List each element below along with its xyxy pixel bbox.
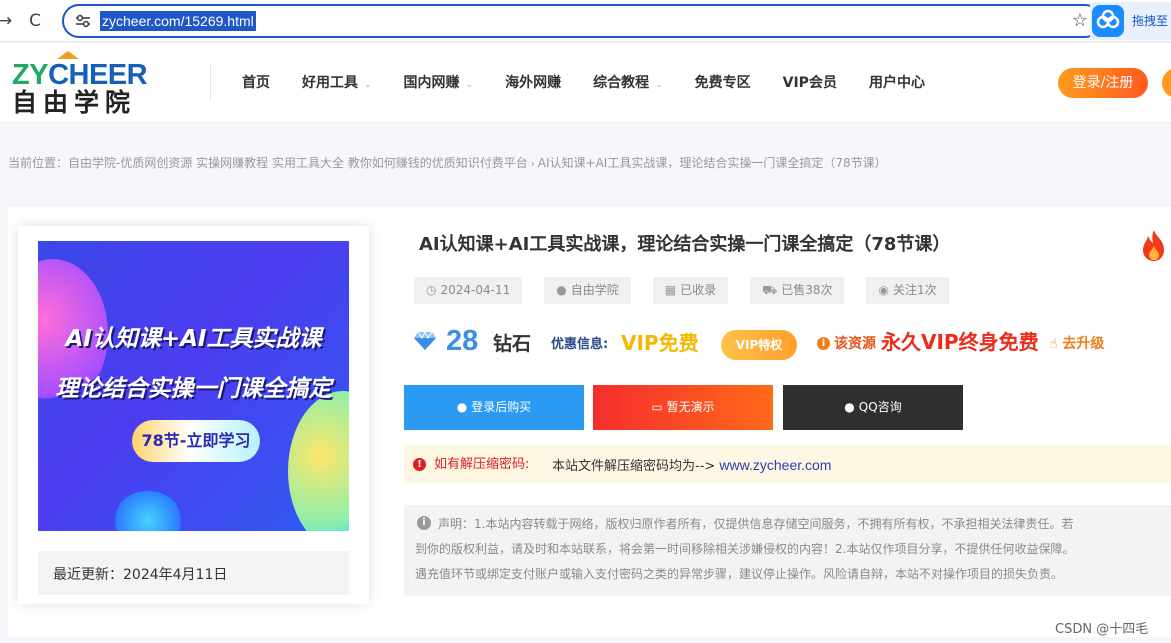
disclaimer-box: i 声明：1.本站内容转载于网络，版权归原作者所有，仅提供信息存储空间服务，不拥… [404,505,1171,596]
main-nav: 首页 好用工具 ⌄ 国内网赚 ⌄ 海外网赚 综合教程 ⌄ 免费专区 VIP会员 用户中… [242,73,957,93]
clock-icon: ◷ [426,283,437,297]
meta-indexed: ▦ 已收录 [652,277,729,304]
price-unit: 钻石 [493,333,532,355]
qq-consult-button[interactable]: ● QQ咨询 [783,385,963,430]
meta-author[interactable]: ● 自由学院 [544,277,631,304]
nav-free[interactable]: 免费专区 [695,73,751,93]
decorative-blob [113,491,183,531]
site-settings-icon[interactable] [74,12,92,30]
post-title: AI认知课+AI工具实战课，理论结合实操一门课全搞定（78节课） [419,234,951,255]
password-site-link[interactable]: www.zycheer.com [719,457,831,473]
nav-tools[interactable]: 好用工具 ⌄ [302,73,372,93]
breadcrumb-separator: › [530,159,535,170]
url-text[interactable]: zycheer.com/15269.html [100,11,256,31]
diamond-icon [414,331,436,350]
password-label: 如有解压缩密码: [434,457,530,472]
cart-icon: ⛟ [762,283,778,297]
thumbnail-pill: 78节-立即学习 [132,420,260,462]
cloud-extension-icon [1092,5,1124,37]
thumbnail-headline: AI认知课+AI工具实战课 [65,326,322,352]
chevron-down-icon: ⌄ [655,80,663,90]
info-icon: i [817,337,830,350]
last-updated-box: 最近更新：2024年4月11日 [38,551,349,595]
resource-label: 该资源 [834,336,876,352]
user-icon: ● [456,400,468,414]
password-text: 本站文件解压缩密码均为--> www.zycheer.com [552,457,832,474]
meta-date: ◷ 2024-04-11 [414,277,523,304]
user-icon: ● [556,283,567,297]
decorative-blob [288,391,349,531]
chevron-down-icon: ⌄ [364,80,372,90]
monitor-icon: ▭ [651,400,663,414]
logo-chinese: 自由学院 [12,88,137,117]
post-meta: ◷ 2024-04-11 ● 自由学院 ▦ 已收录 ⛟ 已售38次 ◉ 关注1次 [414,277,971,304]
price-row: 28 钻石 优惠信息: VIP免费 VIP特权 i 该资源 永久VIP终身免费 … [413,322,1171,362]
qq-icon: ● [844,400,855,414]
course-thumbnail[interactable]: AI认知课+AI工具实战课 理论结合实操一门课全搞定 78节-立即学习 [38,241,349,531]
header-divider [210,63,211,101]
password-notice: ! 如有解压缩密码: 本站文件解压缩密码均为--> www.zycheer.co… [404,445,1171,483]
thumbnail-subheadline: 理论结合实操一门课全搞定 [55,376,332,402]
address-bar[interactable]: zycheer.com/15269.html ☆ [62,4,1102,38]
nav-tutorials[interactable]: 综合教程 ⌄ [593,73,663,93]
fire-icon [1143,230,1164,261]
discount-label: 优惠信息: [551,337,609,352]
graduation-cap-icon [57,51,79,59]
disclaimer-line: 遇充值环节或绑定支付账户或输入支付密码之类的异常步骤，建议停止操作。风险请自辩，… [415,567,1064,581]
extension-label: 拖拽至 [1132,14,1169,28]
info-icon: i [417,516,431,530]
breadcrumb-prefix: 当前位置： [8,156,69,170]
thumb-up-icon: ☝ [1049,336,1058,352]
csdn-watermark: CSDN @十四毛 [1055,622,1149,637]
nav-user-center[interactable]: 用户中心 [869,73,925,93]
breadcrumb: 当前位置：自由学院-优质网创资源 实操网赚教程 实用工具大全 教你如何赚钱的优质… [8,154,887,174]
browser-toolbar: → C zycheer.com/15269.html ☆ 拖拽至 [0,0,1171,42]
login-to-buy-button[interactable]: ● 登录后购买 [404,385,584,430]
login-register-button[interactable]: 登录/注册 [1058,68,1148,98]
site-logo[interactable]: ZYCHEER 自由学院 [12,47,162,117]
chevron-down-icon: ⌄ [465,80,474,90]
alert-icon: ! [413,458,426,471]
nav-overseas[interactable]: 海外网赚 [505,73,561,93]
meta-follows: ◉ 关注1次 [866,277,949,304]
discount-value: VIP免费 [621,331,699,355]
site-header: ZYCHEER 自由学院 首页 好用工具 ⌄ 国内网赚 ⌄ 海外网赚 综合教程 ⌄ 免… [0,43,1171,121]
back-icon[interactable]: → [0,10,16,32]
reload-icon[interactable]: C [24,10,46,32]
upgrade-link[interactable]: ☝ 去升级 [1049,335,1104,353]
disclaimer-line: 到你的版权利益，请及时和本站联系，将会第一时间移除相关涉嫌侵权的内容！2.本站仅… [415,542,1075,556]
price-amount: 28 [446,325,479,357]
demo-button[interactable]: ▭ 暂无演示 [593,385,773,430]
resource-value: 永久VIP终身免费 [881,330,1039,354]
nav-vip[interactable]: VIP会员 [783,73,837,93]
last-updated-text: 最近更新：2024年4月11日 [53,567,228,583]
vip-privilege-badge[interactable]: VIP特权 [721,330,797,360]
meta-sold: ⛟ 已售38次 [750,277,845,304]
eye-icon: ◉ [878,283,889,297]
nav-home[interactable]: 首页 [242,73,270,93]
disclaimer-line: 声明：1.本站内容转载于网络，版权归原作者所有，仅提供信息存储空间服务，不拥有所… [438,517,1074,531]
extension-button[interactable]: 拖拽至 [1090,2,1171,40]
windows-icon: ▦ [664,283,677,297]
bookmark-star-icon[interactable]: ☆ [1072,10,1088,32]
breadcrumb-current: AI认知课+AI工具实战课，理论结合实操一门课全搞定（78节课） [537,156,887,170]
nav-domestic[interactable]: 国内网赚 ⌄ [404,73,474,93]
header-extra-button[interactable] [1162,68,1171,98]
breadcrumb-home-link[interactable]: 自由学院-优质网创资源 实操网赚教程 实用工具大全 教你如何赚钱的优质知识付费平… [68,156,528,170]
